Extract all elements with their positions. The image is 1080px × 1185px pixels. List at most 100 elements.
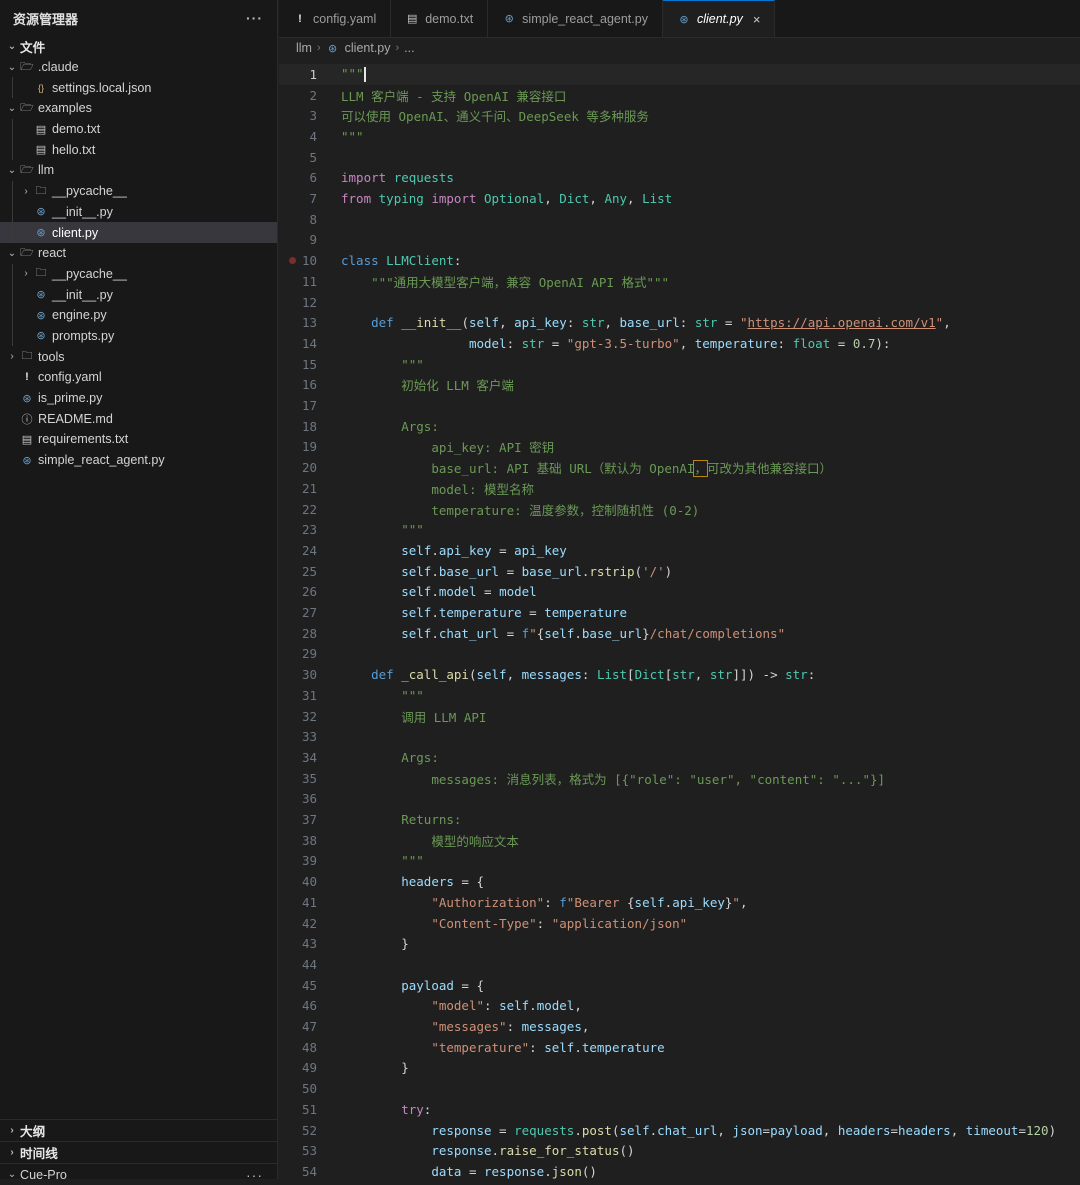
tree-item[interactable]: {} settings.local.json: [0, 77, 277, 99]
code-line[interactable]: 51 try:: [279, 1099, 1080, 1120]
code-line[interactable]: 48 "temperature": self.temperature: [279, 1037, 1080, 1058]
tree-item[interactable]: ⓘ README.md: [0, 408, 277, 429]
chevron-right-icon: ›: [24, 268, 28, 280]
code-line[interactable]: 1 """: [279, 64, 1080, 85]
editor-tab[interactable]: ▤ demo.txt: [391, 0, 489, 37]
chevron-right-icon: ›: [10, 351, 14, 363]
code-line[interactable]: 44: [279, 954, 1080, 975]
tree-item[interactable]: ⊛ __init__.py: [0, 201, 277, 223]
tree-item[interactable]: ⊛ is_prime.py: [0, 388, 277, 409]
files-section-header[interactable]: ⌄ 文件: [0, 36, 277, 57]
tree-item[interactable]: ⌄ 🗁 llm: [0, 160, 277, 181]
tree-item[interactable]: ▤ requirements.txt: [0, 429, 277, 450]
code-line[interactable]: 29: [279, 644, 1080, 665]
code-line[interactable]: 39 """: [279, 851, 1080, 872]
code-text: """: [341, 688, 424, 703]
code-line[interactable]: 52 response = requests.post(self.chat_ur…: [279, 1120, 1080, 1141]
cue-pro-more-icon[interactable]: ···: [246, 1167, 263, 1183]
code-line[interactable]: 2 LLM 客户端 - 支持 OpenAI 兼容接口: [279, 85, 1080, 106]
code-line[interactable]: 45 payload = {: [279, 975, 1080, 996]
tree-item[interactable]: ▤ demo.txt: [0, 118, 277, 140]
code-line[interactable]: 53 response.raise_for_status(): [279, 1140, 1080, 1161]
code-line[interactable]: 33: [279, 726, 1080, 747]
code-line[interactable]: 35 messages: 消息列表，格式为 [{"role": "user", …: [279, 768, 1080, 789]
code-line[interactable]: 49 }: [279, 1058, 1080, 1079]
code-line[interactable]: 8: [279, 209, 1080, 230]
code-token: temperature: [581, 1039, 665, 1055]
code-line[interactable]: 26 self.model = model: [279, 582, 1080, 603]
python-file-icon: ⊛: [36, 206, 46, 219]
editor-tab[interactable]: ⊛ simple_react_agent.py: [488, 0, 663, 37]
code-line[interactable]: 3 可以使用 OpenAI、通义千问、DeepSeek 等多种服务: [279, 105, 1080, 126]
code-line[interactable]: 15 """: [279, 354, 1080, 375]
close-icon[interactable]: ×: [753, 12, 761, 27]
code-line[interactable]: 4 """: [279, 126, 1080, 147]
tree-item[interactable]: ⌄ 🗁 examples: [0, 98, 277, 119]
code-line[interactable]: 11 """通用大模型客户端，兼容 OpenAI API 格式""": [279, 271, 1080, 292]
code-line[interactable]: 7 from typing import Optional, Dict, Any,…: [279, 188, 1080, 209]
code-line[interactable]: 36: [279, 789, 1080, 810]
code-line[interactable]: 16 初始化 LLM 客户端: [279, 375, 1080, 396]
code-line[interactable]: 40 headers = {: [279, 871, 1080, 892]
code-editor[interactable]: 1 """ 2 LLM 客户端 - 支持 OpenAI 兼容接口 3 可以使用 OpenA…: [279, 64, 1080, 1179]
line-number: 45: [301, 977, 317, 993]
cue-pro-section-header[interactable]: ⌄ Cue-Pro ···: [0, 1163, 277, 1185]
breadcrumb-folder[interactable]: llm: [296, 41, 312, 55]
more-actions-icon[interactable]: ···: [246, 10, 263, 26]
code-line[interactable]: 5: [279, 147, 1080, 168]
breadcrumb-file[interactable]: client.py: [345, 41, 391, 55]
code-line[interactable]: 38 模型的响应文本: [279, 830, 1080, 851]
code-line[interactable]: 14 model: str = "gpt-3.5-turbo", tempera…: [279, 333, 1080, 354]
tree-item[interactable]: › 🗀 __pycache__: [0, 180, 277, 202]
code-line[interactable]: 41 "Authorization": f"Bearer {self.api_k…: [279, 892, 1080, 913]
chevron-down-icon: ⌄: [7, 102, 17, 114]
code-line[interactable]: 13 def __init__(self, api_key: str, base…: [279, 312, 1080, 333]
code-line[interactable]: 20 base_url: API 基础 URL（默认为 OpenAI，可改为其他…: [279, 457, 1080, 478]
code-line[interactable]: 30 def _call_api(self, messages: List[Di…: [279, 664, 1080, 685]
code-line[interactable]: 34 Args:: [279, 747, 1080, 768]
code-line[interactable]: 27 self.temperature = temperature: [279, 602, 1080, 623]
editor-tab[interactable]: ! config.yaml: [279, 0, 392, 37]
tree-item[interactable]: ⌄ 🗁 react: [0, 243, 277, 264]
tree-item[interactable]: ! config.yaml: [0, 367, 277, 388]
code-text: def __init__(self, api_key: str, base_ur…: [341, 315, 951, 330]
code-line[interactable]: 9: [279, 230, 1080, 251]
code-line[interactable]: 23 """: [279, 519, 1080, 540]
tree-item[interactable]: ⊛ prompts.py: [0, 325, 277, 347]
code-line[interactable]: 6 import requests: [279, 168, 1080, 189]
code-line[interactable]: 31 """: [279, 685, 1080, 706]
code-line[interactable]: 19 api_key: API 密钥: [279, 437, 1080, 458]
tree-item[interactable]: ▤ hello.txt: [0, 139, 277, 161]
code-line[interactable]: 28 self.chat_url = f"{self.base_url}/cha…: [279, 623, 1080, 644]
tree-item[interactable]: ⊛ __init__.py: [0, 284, 277, 305]
code-line[interactable]: 32 调用 LLM API: [279, 706, 1080, 727]
code-line[interactable]: 18 Args:: [279, 416, 1080, 437]
code-line[interactable]: 47 "messages": messages,: [279, 1016, 1080, 1037]
outline-section-header[interactable]: › 大纲: [0, 1119, 277, 1141]
code-line[interactable]: 12: [279, 292, 1080, 313]
tree-item[interactable]: ⌄ 🗁 .claude: [0, 57, 277, 78]
code-line[interactable]: 10 class LLMClient:: [279, 250, 1080, 271]
tree-item[interactable]: ⊛ client.py: [0, 222, 277, 243]
code-line[interactable]: 22 temperature: 温度参数，控制随机性 (0-2): [279, 499, 1080, 520]
breadcrumb-more[interactable]: ...: [404, 41, 414, 55]
tree-item[interactable]: › 🗀 __pycache__: [0, 263, 277, 285]
code-line[interactable]: 43 }: [279, 933, 1080, 954]
code-line[interactable]: 42 "Content-Type": "application/json": [279, 913, 1080, 934]
code-line[interactable]: 46 "model": self.model,: [279, 996, 1080, 1017]
code-line[interactable]: 21 model: 模型名称: [279, 478, 1080, 499]
tree-item-label: settings.local.json: [52, 80, 152, 95]
timeline-section-header[interactable]: › 时间线: [0, 1141, 277, 1163]
tree-item[interactable]: › 🗀 tools: [0, 346, 277, 367]
code-line[interactable]: 37 Returns:: [279, 809, 1080, 830]
code-line[interactable]: 24 self.api_key = api_key: [279, 540, 1080, 561]
code-line[interactable]: 50: [279, 1078, 1080, 1099]
code-line[interactable]: 17: [279, 395, 1080, 416]
editor-tab[interactable]: ⊛ client.py ×: [662, 0, 776, 37]
tree-item[interactable]: ⊛ engine.py: [0, 304, 277, 326]
code-line[interactable]: 25 self.base_url = base_url.rstrip('/'): [279, 561, 1080, 582]
tree-item[interactable]: ⊛ simple_react_agent.py: [0, 450, 277, 471]
